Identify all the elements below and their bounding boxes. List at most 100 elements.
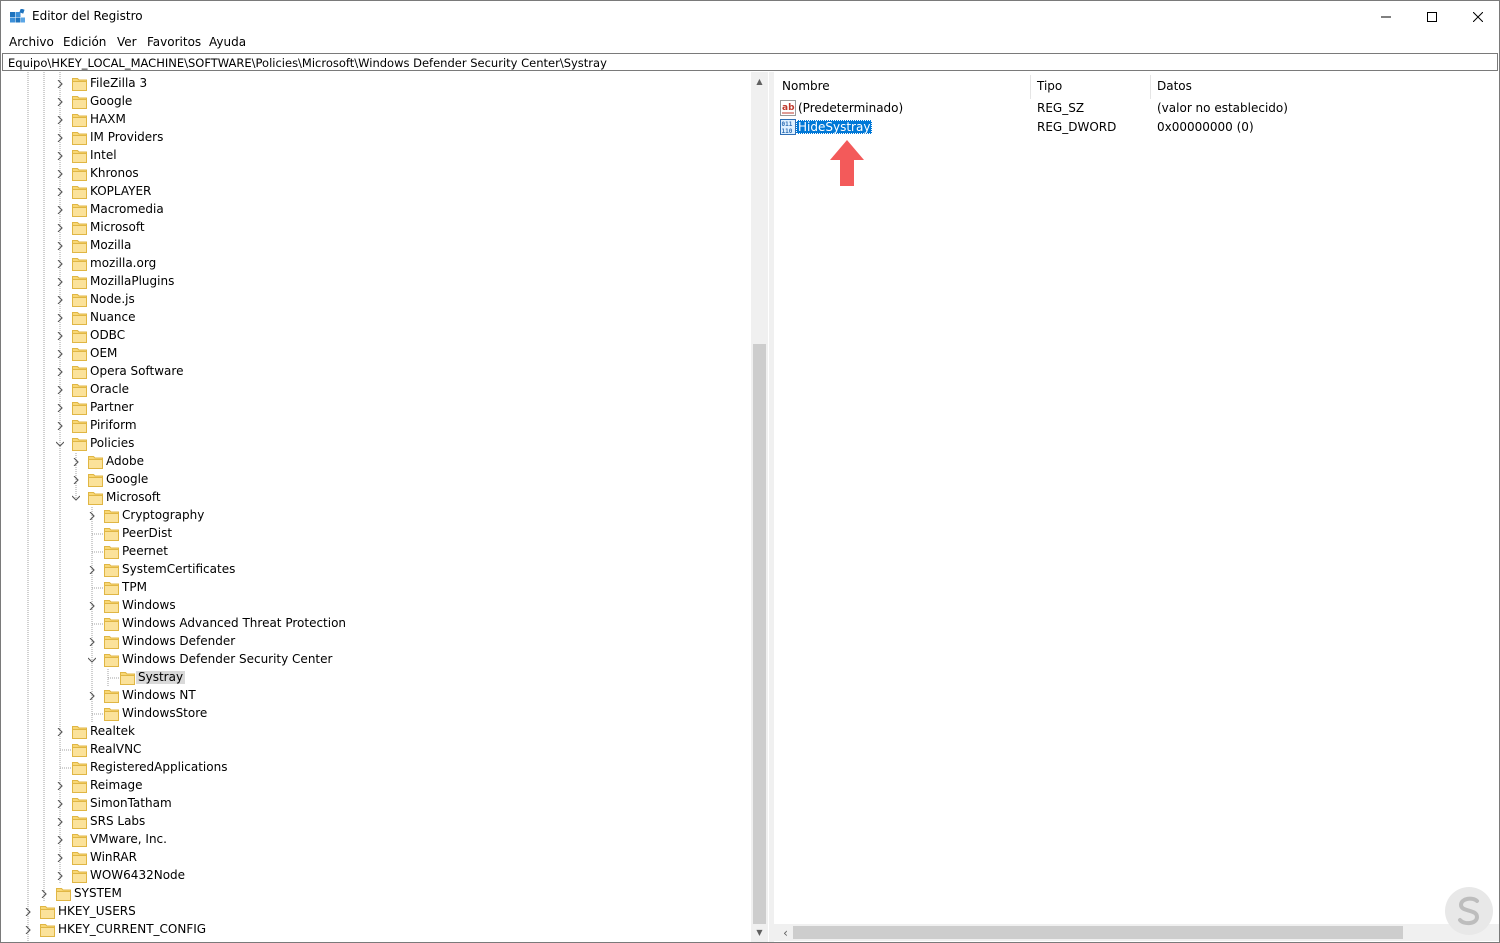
column-header-type[interactable]: Tipo [1037, 79, 1062, 93]
tree-node[interactable]: RegisteredApplications [2, 759, 742, 777]
chevron-right-icon[interactable] [56, 422, 64, 430]
chevron-down-icon[interactable] [56, 440, 64, 448]
chevron-right-icon[interactable] [56, 278, 64, 286]
tree-node[interactable]: Windows Advanced Threat Protection [2, 615, 742, 633]
tree-scroll-thumb[interactable] [753, 344, 766, 924]
chevron-right-icon[interactable] [56, 782, 64, 790]
tree-node[interactable]: SYSTEM [2, 885, 742, 903]
chevron-right-icon[interactable] [56, 242, 64, 250]
tree-node[interactable]: Microsoft [2, 219, 742, 237]
menu-edicion[interactable]: Edición [63, 35, 106, 49]
chevron-right-icon[interactable] [56, 854, 64, 862]
chevron-right-icon[interactable] [40, 890, 48, 898]
chevron-right-icon[interactable] [88, 566, 96, 574]
chevron-right-icon[interactable] [56, 152, 64, 160]
tree-node[interactable]: ODBC [2, 327, 742, 345]
tree-node[interactable]: SimonTatham [2, 795, 742, 813]
menu-archivo[interactable]: Archivo [9, 35, 54, 49]
value-row-selected[interactable]: 011 110 HideSystray REG_DWORD 0x00000000… [774, 118, 1499, 136]
chevron-right-icon[interactable] [56, 116, 64, 124]
scroll-down-arrow-icon[interactable]: ▼ [751, 924, 768, 941]
tree-node[interactable]: WOW6432Node [2, 867, 742, 885]
tree-node[interactable]: Node.js [2, 291, 742, 309]
tree-node[interactable]: WinRAR [2, 849, 742, 867]
tree-node[interactable]: Peernet [2, 543, 742, 561]
tree-node[interactable]: HKEY_USERS [2, 903, 742, 921]
values-scroll-thumb[interactable] [793, 926, 1403, 939]
chevron-right-icon[interactable] [56, 800, 64, 808]
tree-node[interactable]: HAXM [2, 111, 742, 129]
column-divider[interactable] [1030, 75, 1031, 99]
chevron-right-icon[interactable] [56, 170, 64, 178]
chevron-right-icon[interactable] [56, 350, 64, 358]
tree-node[interactable]: Intel [2, 147, 742, 165]
tree-node[interactable]: Mozilla [2, 237, 742, 255]
chevron-right-icon[interactable] [88, 512, 96, 520]
value-row[interactable]: ab (Predeterminado) REG_SZ (valor no est… [774, 99, 1499, 117]
tree-node[interactable]: Nuance [2, 309, 742, 327]
tree-node[interactable]: Windows Defender Security Center [2, 651, 742, 669]
close-button[interactable] [1455, 1, 1499, 32]
tree-node[interactable]: Reimage [2, 777, 742, 795]
chevron-right-icon[interactable] [56, 188, 64, 196]
chevron-right-icon[interactable] [88, 638, 96, 646]
tree-node[interactable]: Google [2, 93, 742, 111]
column-divider[interactable] [1150, 75, 1151, 99]
tree-node[interactable]: SRS Labs [2, 813, 742, 831]
chevron-right-icon[interactable] [56, 836, 64, 844]
chevron-right-icon[interactable] [56, 332, 64, 340]
tree-node[interactable]: Oracle [2, 381, 742, 399]
menu-favoritos[interactable]: Favoritos [147, 35, 201, 49]
chevron-right-icon[interactable] [56, 872, 64, 880]
tree-node[interactable]: KOPLAYER [2, 183, 742, 201]
menu-ayuda[interactable]: Ayuda [209, 35, 246, 49]
chevron-right-icon[interactable] [88, 602, 96, 610]
tree-node[interactable]: PeerDist [2, 525, 742, 543]
chevron-right-icon[interactable] [56, 224, 64, 232]
chevron-right-icon[interactable] [24, 908, 32, 916]
chevron-right-icon[interactable] [56, 80, 64, 88]
tree-node[interactable]: mozilla.org [2, 255, 742, 273]
chevron-right-icon[interactable] [88, 692, 96, 700]
column-header-name[interactable]: Nombre [782, 79, 830, 93]
chevron-right-icon[interactable] [56, 134, 64, 142]
tree-node[interactable]: VMware, Inc. [2, 831, 742, 849]
chevron-right-icon[interactable] [56, 206, 64, 214]
chevron-right-icon[interactable] [56, 368, 64, 376]
tree-node[interactable]: Partner [2, 399, 742, 417]
tree-node[interactable]: RealVNC [2, 741, 742, 759]
chevron-right-icon[interactable] [24, 926, 32, 934]
maximize-button[interactable] [1409, 1, 1455, 32]
tree-node[interactable]: Adobe [2, 453, 742, 471]
tree-node[interactable]: Opera Software [2, 363, 742, 381]
tree-node[interactable]: Windows NT [2, 687, 742, 705]
column-header-data[interactable]: Datos [1157, 79, 1192, 93]
tree-node[interactable]: HKEY_CURRENT_CONFIG [2, 921, 742, 939]
tree-node[interactable]: OEM [2, 345, 742, 363]
tree-node[interactable]: Microsoft [2, 489, 742, 507]
tree-node[interactable]: Khronos [2, 165, 742, 183]
scroll-up-arrow-icon[interactable]: ▲ [751, 73, 768, 90]
chevron-down-icon[interactable] [88, 656, 96, 664]
chevron-right-icon[interactable] [56, 386, 64, 394]
tree-node[interactable]: MozillaPlugins [2, 273, 742, 291]
chevron-down-icon[interactable] [72, 494, 80, 502]
tree-node[interactable]: Realtek [2, 723, 742, 741]
tree-node[interactable]: FileZilla 3 [2, 75, 742, 93]
tree-node[interactable]: Systray [2, 669, 742, 687]
tree-node[interactable]: WindowsStore [2, 705, 742, 723]
tree-node[interactable]: Macromedia [2, 201, 742, 219]
scroll-left-arrow-icon[interactable]: ‹ [777, 924, 794, 941]
tree-node[interactable]: SystemCertificates [2, 561, 742, 579]
chevron-right-icon[interactable] [56, 98, 64, 106]
tree-node[interactable]: TPM [2, 579, 742, 597]
chevron-right-icon[interactable] [56, 818, 64, 826]
tree-node[interactable]: Google [2, 471, 742, 489]
chevron-right-icon[interactable] [56, 260, 64, 268]
tree-node[interactable]: Policies [2, 435, 742, 453]
chevron-right-icon[interactable] [56, 728, 64, 736]
tree-node[interactable]: Cryptography [2, 507, 742, 525]
tree-node[interactable]: Windows [2, 597, 742, 615]
chevron-right-icon[interactable] [56, 314, 64, 322]
address-bar[interactable]: Equipo\HKEY_LOCAL_MACHINE\SOFTWARE\Polic… [2, 53, 1498, 71]
